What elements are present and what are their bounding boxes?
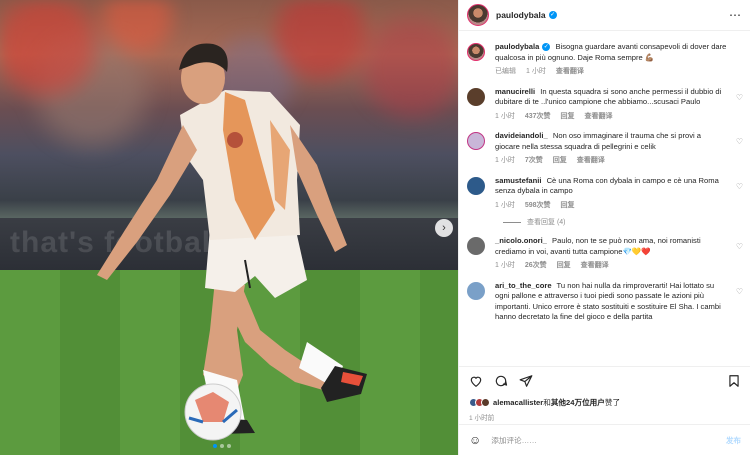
- author-username[interactable]: paulodybala: [496, 10, 546, 20]
- caption-translate-link[interactable]: 查看翻译: [556, 67, 584, 78]
- post-timestamp[interactable]: 1 小时前: [469, 412, 741, 422]
- comment-time[interactable]: 1 小时: [495, 112, 515, 123]
- comment-reply-button[interactable]: 回复: [557, 261, 571, 272]
- comment-likes[interactable]: 598次赞: [525, 201, 551, 212]
- caption-edited-label: 已编辑: [495, 68, 516, 75]
- comment-likes[interactable]: 437次赞: [525, 112, 551, 123]
- comment-username[interactable]: manucirelli: [495, 87, 535, 96]
- comment-translate-link[interactable]: 查看翻译: [585, 112, 613, 123]
- bookmark-icon[interactable]: [727, 374, 741, 388]
- comment-username[interactable]: samustefanii: [495, 176, 541, 185]
- caption-avatar[interactable]: [467, 43, 485, 61]
- comment-item: manucirelli In questa squadra si sono an…: [467, 87, 743, 123]
- comment-item: _nicolo.onori_ Paulo, non te se può non …: [467, 236, 743, 272]
- liker-avatar: [481, 398, 490, 407]
- verified-badge-icon: ✓: [542, 43, 551, 51]
- heart-icon[interactable]: ♡: [736, 182, 743, 191]
- comment-likes[interactable]: 26次赞: [525, 261, 547, 272]
- comment-reply-button[interactable]: 回复: [553, 156, 567, 167]
- comment-item: ari_to_the_core Tu non hai nulla da rimp…: [467, 281, 743, 323]
- heart-icon[interactable]: ♡: [736, 242, 743, 251]
- comment-time[interactable]: 1 小时: [495, 261, 515, 272]
- likes-connector: 和: [543, 398, 551, 407]
- heart-icon[interactable]: ♡: [736, 93, 743, 102]
- caption: paulodybala ✓ Bisogna guardare avanti con…: [467, 42, 743, 78]
- carousel-dot: [227, 444, 231, 448]
- likes-others-link[interactable]: 其他24万位用户: [551, 398, 605, 407]
- commenter-avatar[interactable]: [467, 176, 485, 195]
- comment-username[interactable]: ari_to_the_core: [495, 281, 552, 290]
- comment-time[interactable]: 1 小时: [495, 201, 515, 212]
- likes-suffix: 赞了: [604, 398, 621, 407]
- caption-username[interactable]: paulodybala: [495, 42, 539, 51]
- carousel-dot: [220, 444, 224, 448]
- caption-time[interactable]: 1 小时: [526, 67, 546, 78]
- post-header: paulodybala ✓ ⋯: [459, 0, 750, 31]
- commenter-avatar[interactable]: [467, 237, 485, 255]
- carousel-next-button[interactable]: ›: [435, 219, 453, 237]
- author-avatar[interactable]: [467, 4, 489, 26]
- comment-likes[interactable]: 7次赞: [525, 156, 543, 167]
- carousel-dot-active: [213, 444, 217, 448]
- comment-translate-link[interactable]: 查看翻译: [581, 261, 609, 272]
- liker-username[interactable]: alemacallister: [493, 398, 543, 407]
- comment-reply-button[interactable]: 回复: [561, 201, 575, 212]
- comments-list[interactable]: paulodybala ✓ Bisogna guardare avanti con…: [459, 32, 750, 364]
- heart-icon[interactable]: ♡: [736, 137, 743, 146]
- comment-username[interactable]: davideiandoli_: [495, 131, 548, 140]
- comment-reply-button[interactable]: 回复: [561, 112, 575, 123]
- commenter-avatar[interactable]: [467, 281, 485, 300]
- post-photo[interactable]: that's football... ›: [0, 0, 458, 455]
- emoji-smiley-icon[interactable]: ☺: [469, 433, 481, 447]
- comment-item: davideiandoli_ Non oso immaginare il tra…: [467, 131, 743, 167]
- comment-translate-link[interactable]: 查看翻译: [577, 156, 605, 167]
- commenter-avatar[interactable]: [467, 87, 485, 106]
- post-actions: alemacallister和其他24万位用户赞了 1 小时前: [459, 366, 750, 422]
- heart-icon[interactable]: ♡: [736, 287, 743, 296]
- comment-time[interactable]: 1 小时: [495, 156, 515, 167]
- like-heart-icon[interactable]: [469, 374, 483, 388]
- comment-bubble-icon[interactable]: [494, 374, 508, 388]
- likes-summary: alemacallister和其他24万位用户赞了: [469, 397, 741, 408]
- verified-badge-icon: ✓: [548, 11, 557, 19]
- share-paper-plane-icon[interactable]: [519, 374, 533, 388]
- view-replies-label[interactable]: 查看回复 (4): [527, 217, 566, 227]
- player-figure: [97, 43, 367, 441]
- chevron-right-icon: ›: [442, 222, 446, 234]
- post-comment-button[interactable]: 发布: [726, 435, 741, 446]
- comment-username[interactable]: _nicolo.onori_: [495, 236, 547, 245]
- comment-item: samustefanii Cè una Roma con dybala in c…: [467, 176, 743, 212]
- commenter-avatar[interactable]: [467, 132, 485, 150]
- post-side-panel: paulodybala ✓ ⋯ paulodybala ✓ Bisogna gua…: [458, 0, 750, 455]
- add-comment-bar: ☺ 发布: [459, 424, 750, 455]
- carousel-dots: [213, 444, 231, 448]
- view-replies-button[interactable]: 查看回复 (4): [503, 217, 743, 227]
- comment-input[interactable]: [491, 435, 692, 445]
- more-options-icon[interactable]: ⋯: [729, 8, 742, 22]
- replies-divider: [503, 221, 521, 223]
